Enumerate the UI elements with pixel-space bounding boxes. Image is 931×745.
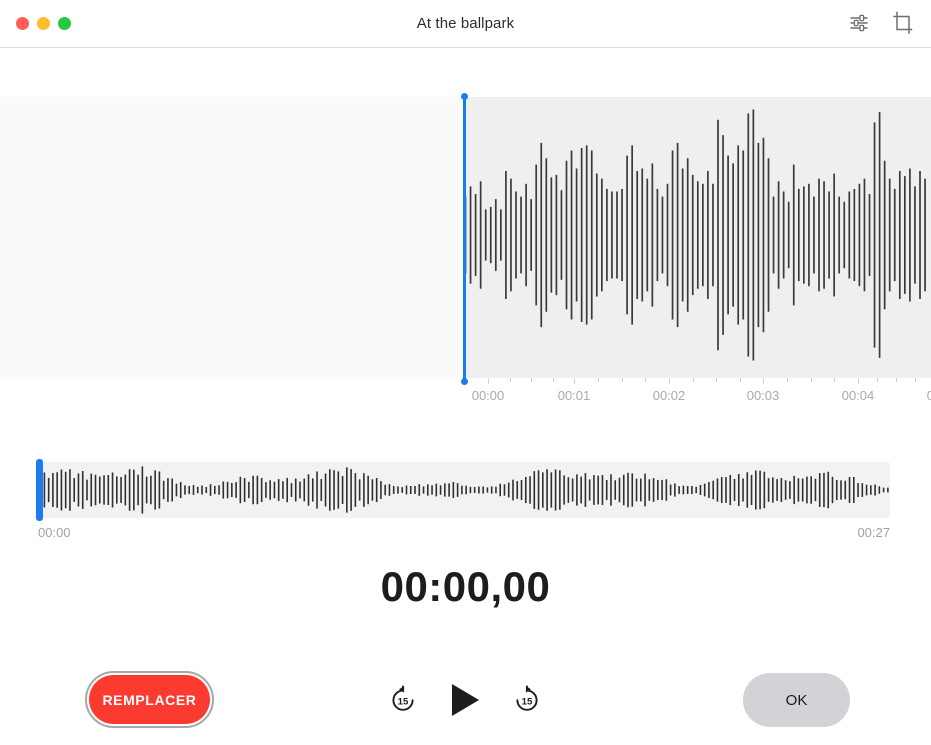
svg-text:15: 15	[398, 696, 409, 707]
waveform-unselected-region[interactable]	[0, 97, 464, 378]
ruler-tick-major	[574, 378, 575, 384]
ruler-tick-minor	[896, 378, 897, 382]
ruler-tick-minor	[510, 378, 511, 382]
ruler-tick-minor	[693, 378, 694, 382]
overview-waveform[interactable]	[38, 462, 890, 518]
play-button[interactable]	[442, 677, 488, 723]
transport-controls-bar: REMPLACER 15 15	[0, 672, 931, 728]
ruler-tick-major	[669, 378, 670, 384]
playback-controls: 15 15	[380, 677, 550, 723]
replace-button[interactable]: REMPLACER	[89, 675, 210, 724]
title-bar: At the ballpark	[0, 0, 931, 48]
skip-forward-15-icon[interactable]: 15	[504, 677, 550, 723]
ruler-tick-minor	[877, 378, 878, 382]
timeline-ruler: 00:00 00:01 00:02 00:03 00:04 00	[464, 378, 931, 414]
sliders-icon[interactable]	[847, 11, 871, 35]
window-title: At the ballpark	[0, 0, 931, 48]
overview-time-labels: 00:00 00:27	[38, 525, 890, 540]
crop-icon[interactable]	[891, 11, 915, 35]
svg-text:15: 15	[522, 696, 533, 707]
title-bar-actions	[847, 11, 915, 35]
skip-back-15-icon[interactable]: 15	[380, 677, 426, 723]
ruler-tick-minor	[787, 378, 788, 382]
ruler-time-label: 00:02	[653, 388, 686, 403]
overview-playhead[interactable]	[36, 459, 43, 521]
ok-button[interactable]: OK	[743, 673, 850, 727]
main-waveform[interactable]	[464, 97, 931, 378]
ruler-tick-minor	[598, 378, 599, 382]
ruler-time-label: 00:01	[558, 388, 591, 403]
ruler-tick-major	[858, 378, 859, 384]
ruler-tick-minor	[915, 378, 916, 382]
ruler-time-label: 00:03	[747, 388, 780, 403]
audio-editor-window: At the ballpark	[0, 0, 931, 745]
ruler-tick-minor	[531, 378, 532, 382]
ruler-tick-major	[488, 378, 489, 384]
ruler-tick-minor	[716, 378, 717, 382]
ruler-tick-major	[763, 378, 764, 384]
ruler-time-label: 00	[927, 388, 931, 403]
ruler-tick-minor	[622, 378, 623, 382]
ruler-tick-minor	[740, 378, 741, 382]
overview-end-time: 00:27	[857, 525, 890, 540]
overview-background[interactable]	[38, 462, 890, 518]
ruler-time-label: 00:00	[472, 388, 505, 403]
waveform-editor[interactable]	[0, 97, 931, 378]
ruler-tick-minor	[811, 378, 812, 382]
timecode-display: 00:00,00	[0, 563, 931, 611]
overview-start-time: 00:00	[38, 525, 71, 540]
ruler-tick-minor	[834, 378, 835, 382]
ruler-tick-minor	[553, 378, 554, 382]
ruler-time-label: 00:04	[842, 388, 875, 403]
ruler-tick-minor	[645, 378, 646, 382]
